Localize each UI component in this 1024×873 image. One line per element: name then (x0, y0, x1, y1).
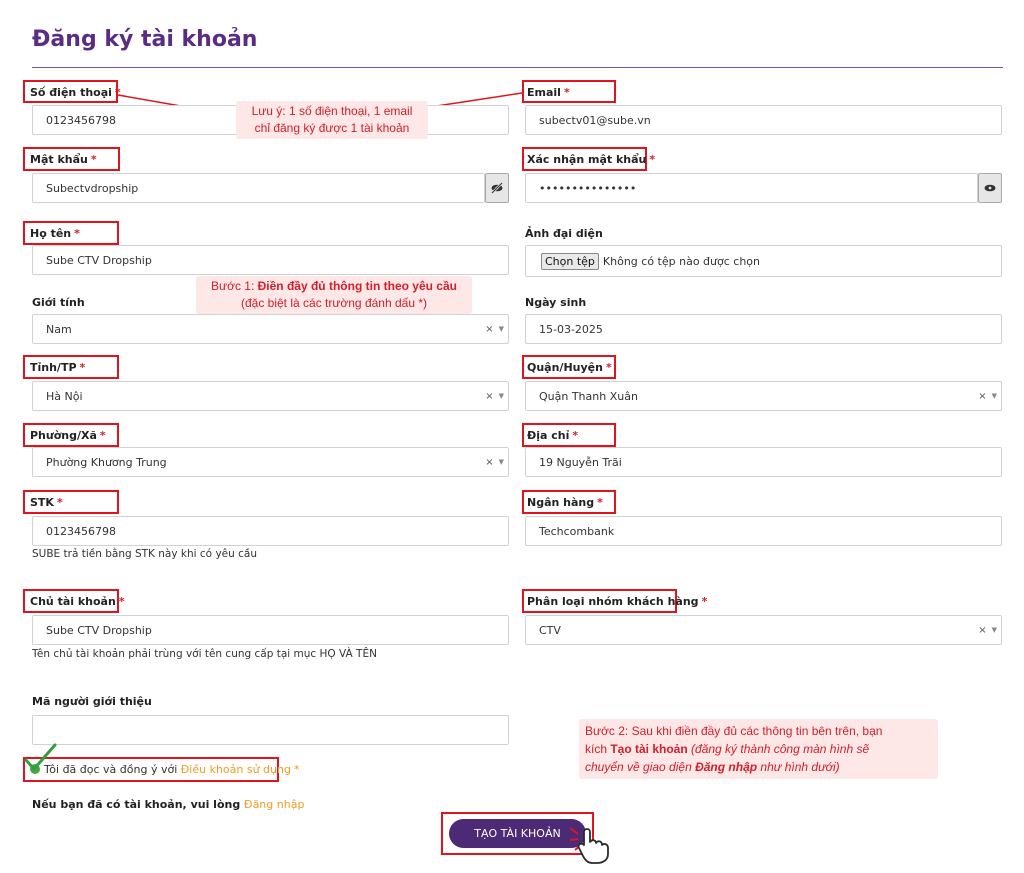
chevron-down-icon: ▼ (498, 392, 504, 400)
bank-input[interactable]: Techcombank (525, 516, 1002, 546)
eye-slash-icon (491, 182, 503, 194)
birthday-label: Ngày sinh (525, 296, 587, 309)
clear-icon[interactable]: × (978, 625, 986, 636)
account-number-input[interactable]: 0123456798 (32, 516, 509, 546)
fullname-label: Họ tên * (23, 221, 119, 245)
password-input[interactable]: Subectvdropship (32, 173, 485, 203)
chevron-down-icon: ▼ (498, 325, 504, 333)
district-select[interactable]: Quận Thanh Xuân × ▼ (525, 381, 1002, 411)
clear-icon[interactable]: × (485, 457, 493, 468)
eye-icon (984, 184, 996, 192)
referrer-input[interactable] (32, 715, 509, 745)
customer-group-label: Phân loại nhóm khách hàng * (522, 589, 707, 613)
account-holder-input[interactable]: Sube CTV Dropship (32, 615, 509, 645)
birthday-input[interactable]: 15-03-2025 (525, 314, 1002, 344)
email-input[interactable]: subectv01@sube.vn (525, 105, 1002, 135)
login-prompt: Nếu bạn đã có tài khoản, vui lòng Đăng n… (32, 798, 305, 811)
terms-link[interactable]: Điều khoản sử dụng (181, 763, 291, 776)
account-holder-help: Tên chủ tài khoản phải trùng với tên cun… (32, 648, 377, 660)
fullname-input[interactable]: Sube CTV Dropship (32, 245, 509, 275)
ward-select[interactable]: Phường Khương Trung × ▼ (32, 447, 509, 477)
gender-select[interactable]: Nam × ▼ (32, 314, 509, 344)
email-label: Email * (522, 80, 616, 103)
gender-label: Giới tính (32, 296, 85, 309)
chevron-down-icon: ▼ (991, 626, 997, 634)
avatar-label: Ảnh đại diện (525, 227, 603, 240)
customer-group-select[interactable]: CTV × ▼ (525, 615, 1002, 645)
avatar-file-input[interactable]: Chọn tệp Không có tệp nào được chọn (525, 245, 1002, 277)
clear-icon[interactable]: × (485, 391, 493, 402)
province-select[interactable]: Hà Nội × ▼ (32, 381, 509, 411)
create-account-button[interactable]: TẠO TÀI KHOẢN (449, 819, 586, 848)
phone-label: Số điện thoại * (23, 80, 121, 103)
confirm-password-label: Xác nhận mật khẩu * (522, 147, 655, 171)
login-link[interactable]: Đăng nhập (244, 798, 304, 811)
clear-icon[interactable]: × (978, 391, 986, 402)
choose-file-button[interactable]: Chọn tệp (541, 252, 599, 270)
note-step-1: Bước 1: Điền đầy đủ thông tin theo yêu c… (196, 276, 472, 314)
password-label: Mật khẩu * (23, 147, 120, 171)
file-status: Không có tệp nào được chọn (602, 254, 761, 268)
address-input[interactable]: 19 Nguyễn Trãi (525, 447, 1002, 477)
district-label: Quận/Huyện * (522, 355, 616, 379)
note-unique-account: Lưu ý: 1 số điện thoại, 1 email chỉ đăng… (236, 101, 428, 139)
bank-label: Ngân hàng * (522, 490, 616, 514)
account-number-help: SUBE trả tiền bằng STK này khi có yêu cầ… (32, 548, 257, 560)
confirm-password-input[interactable]: ••••••••••••••• (525, 173, 978, 203)
address-label: Địa chỉ * (522, 423, 616, 447)
toggle-password-button[interactable] (485, 173, 509, 203)
chevron-down-icon: ▼ (498, 458, 504, 466)
terms-text: Tôi đã đọc và đồng ý với Điều khoản sử d… (44, 763, 300, 776)
pointer-hand-icon (569, 827, 609, 864)
clear-icon[interactable]: × (485, 324, 493, 335)
account-number-label: STK * (23, 490, 119, 514)
note-step-2: Bước 2: Sau khi điền đầy đủ các thông ti… (579, 719, 938, 779)
ward-label: Phường/Xã * (23, 423, 119, 447)
province-label: Tỉnh/TP * (23, 355, 119, 379)
account-holder-label: Chủ tài khoản * (23, 589, 125, 613)
toggle-confirm-password-button[interactable] (978, 173, 1002, 203)
referrer-label: Mã người giới thiệu (32, 695, 152, 708)
chevron-down-icon: ▼ (991, 392, 997, 400)
